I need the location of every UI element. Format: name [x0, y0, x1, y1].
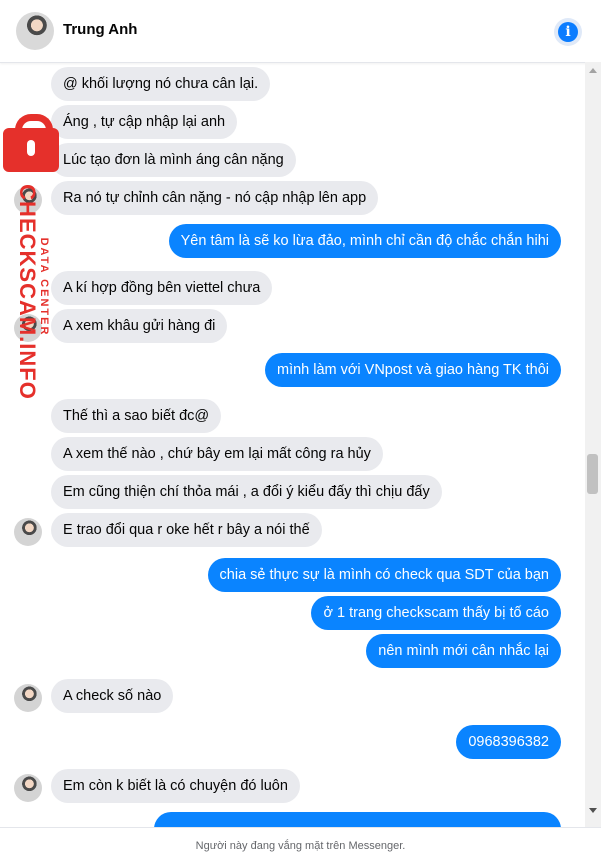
- message-incoming: Thế thì a sao biết đc@: [51, 399, 222, 433]
- message-outgoing: ở 1 trang checkscam thấy bị tố cáo: [311, 596, 561, 630]
- info-icon: i: [558, 22, 578, 42]
- thread-scrollbar[interactable]: [585, 62, 601, 827]
- message-incoming: Em cũng thiện chí thỏa mái , a đổi ý kiể…: [51, 475, 442, 509]
- watermark-subtext: DATA CENTER: [38, 237, 50, 337]
- message-incoming: A check số nào: [51, 679, 174, 713]
- message-outgoing: mình làm với VNpost và giao hàng TK thôi: [265, 353, 561, 387]
- message-outgoing-partial: [154, 812, 561, 827]
- message-incoming: @ khối lượng nó chưa cân lại.: [51, 67, 271, 101]
- info-button[interactable]: i: [554, 18, 582, 46]
- scrollbar-thumb[interactable]: [587, 454, 598, 494]
- message-incoming: Lúc tạo đơn là mình áng cân nặng: [51, 143, 296, 177]
- presence-footer: Người này đang vắng mặt trên Messenger.: [0, 827, 601, 864]
- message-thread: @ khối lượng nó chưa cân lại. Áng , tự c…: [0, 62, 585, 827]
- sender-avatar: [14, 518, 42, 546]
- message-outgoing: nên mình mới cân nhắc lại: [366, 634, 561, 668]
- contact-avatar[interactable]: [16, 12, 54, 50]
- sender-avatar: [14, 684, 42, 712]
- message-incoming: A kí hợp đồng bên viettel chưa: [51, 271, 273, 305]
- scroll-up-arrow-icon[interactable]: [589, 68, 597, 73]
- checkscam-watermark: CHECKSCAM.INFO DATA CENTER: [0, 112, 60, 412]
- message-incoming: Em còn k biết là có chuyện đó luôn: [51, 769, 300, 803]
- message-incoming: Áng , tự cập nhập lại anh: [51, 105, 238, 139]
- message-incoming: Ra nó tự chỉnh cân nặng - nó cập nhập lê…: [51, 181, 379, 215]
- contact-name[interactable]: Trung Anh: [63, 21, 137, 38]
- message-incoming: E trao đổi qua r oke hết r bây a nói thế: [51, 513, 322, 547]
- message-outgoing: chia sẻ thực sự là mình có check qua SDT…: [207, 558, 561, 592]
- lock-keyhole: [27, 140, 35, 156]
- message-incoming: A xem thế nào , chứ bây em lại mất công …: [51, 437, 383, 471]
- message-incoming: A xem khâu gửi hàng đi: [51, 309, 228, 343]
- watermark-text: CHECKSCAM.INFO: [15, 184, 40, 400]
- message-outgoing: Yên tâm là sẽ ko lừa đảo, mình chỉ cần đ…: [168, 224, 561, 258]
- conversation-header: Trung Anh i: [0, 0, 601, 63]
- sender-avatar: [14, 774, 42, 802]
- message-outgoing: 0968396382: [456, 725, 561, 759]
- scroll-down-arrow-icon[interactable]: [589, 808, 597, 813]
